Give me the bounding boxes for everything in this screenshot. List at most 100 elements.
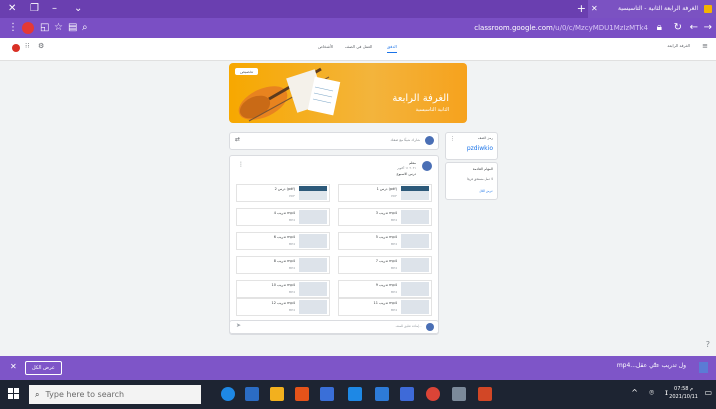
forward-icon[interactable]: ← (690, 21, 698, 35)
attachment-card[interactable]: درس 1 (pdf) PDF (338, 184, 432, 202)
browser-tab[interactable]: ✕ الغرفة الرابعة الثانية - التاسيسية (588, 0, 716, 18)
menu-icon[interactable]: ⋮ (8, 21, 18, 35)
send-icon[interactable]: ➤ (236, 322, 241, 329)
reading-list-icon[interactable]: ▤ (68, 21, 77, 35)
taskbar-clock[interactable]: 07:58 م 2021/10/11 (669, 385, 698, 401)
task-view-icon[interactable] (245, 387, 259, 401)
attachment-thumbnail (401, 258, 429, 272)
window-minimize-icon[interactable]: – (52, 3, 57, 15)
upcoming-card: المهام القادمة لا عمل مستحق قريبًا عرض ا… (445, 162, 498, 200)
tray-chevron-icon[interactable]: ^ (631, 388, 638, 397)
attachment-thumbnail (299, 234, 327, 248)
profile-avatar[interactable] (22, 22, 34, 34)
class-title-small: الغرفة الرابعة (667, 43, 690, 48)
classroom-favicon-icon (704, 5, 712, 13)
attachment-card[interactable]: تدريب 11 mp4 MP4 (338, 298, 432, 316)
settings-icon[interactable]: ⚙ (38, 42, 44, 50)
search-icon[interactable]: ⌕ (82, 21, 88, 35)
windows-start-icon[interactable] (8, 388, 20, 400)
attachment-title: تدريب 4 mp4 (273, 211, 295, 215)
attachment-type: MP4 (288, 218, 295, 222)
attachment-card[interactable]: تدريب 6 mp4 MP4 (236, 232, 330, 250)
attachment-type: MP4 (288, 242, 295, 246)
tab-classwork[interactable]: العمل في الصف (345, 44, 372, 49)
author-avatar (422, 161, 432, 171)
notification-icon[interactable]: ▭ (704, 388, 712, 397)
app-icon-3[interactable] (452, 387, 466, 401)
new-tab-button[interactable]: + (577, 0, 586, 18)
account-avatar[interactable] (12, 44, 20, 52)
attachment-type: PDF (289, 194, 295, 198)
show-all-downloads-button[interactable]: عرض الكل (25, 361, 62, 375)
attachment-card[interactable]: تدريب 8 mp4 MP4 (236, 256, 330, 274)
attachment-type: MP4 (288, 290, 295, 294)
attachment-card[interactable]: تدريب 4 mp4 MP4 (236, 208, 330, 226)
attachment-card[interactable]: تدريب 10 mp4 MP4 (236, 280, 330, 298)
tab-people[interactable]: الأشخاص (318, 44, 333, 49)
app-icon-2[interactable] (348, 387, 362, 401)
url-field[interactable]: classroom.google.com/u/0/c/MzcyMDU1MzIzM… (348, 22, 648, 34)
attachment-card[interactable]: تدريب 3 mp4 MP4 (338, 208, 432, 226)
window-restore-icon[interactable]: ❐ (30, 3, 39, 15)
file-explorer-icon[interactable] (270, 387, 284, 401)
attachment-title: تدريب 8 mp4 (273, 259, 295, 263)
attachment-title: تدريب 6 mp4 (273, 235, 295, 239)
back-icon[interactable]: → (704, 21, 712, 35)
app-icon-1[interactable] (320, 387, 334, 401)
apps-icon[interactable]: ⁝⁝ (25, 42, 29, 50)
download-bar-close-icon[interactable]: ✕ (10, 362, 17, 371)
attachment-thumbnail (299, 258, 327, 272)
upcoming-title: المهام القادمة (472, 167, 493, 171)
attachment-card[interactable]: تدريب 9 mp4 MP4 (338, 280, 432, 298)
announce-box[interactable]: شارك شيئًا مع صفك ⇄ (229, 132, 439, 150)
network-icon[interactable]: ⌾ (649, 388, 654, 398)
attachment-thumbnail (401, 234, 429, 248)
attachment-card[interactable]: درس 2 (pdf) PDF (236, 184, 330, 202)
mail-icon[interactable] (400, 387, 414, 401)
attachment-title: تدريب 3 mp4 (375, 211, 397, 215)
class-comment-box[interactable]: إضافة تعليق للصف... ➤ (229, 320, 439, 334)
attachment-type: MP4 (288, 266, 295, 270)
stream-post: معلم ٢٠٢١ ١١ أكتوبر درس الاسبوع ⋮ درس 1 … (229, 155, 439, 335)
star-icon[interactable]: ☆ (54, 21, 63, 35)
classroom-header: ⁝⁝ ⚙ الأشخاص العمل في الصف الدفق الغرفة … (0, 38, 716, 61)
chrome-icon[interactable] (426, 387, 440, 401)
volume-icon[interactable]: ɪ (665, 388, 668, 397)
customize-button[interactable]: تخصيص (235, 68, 259, 75)
url-host: classroom.google.com (474, 24, 553, 32)
powerpoint-icon[interactable] (478, 387, 492, 401)
attachment-type: MP4 (390, 242, 397, 246)
attachment-card[interactable]: تدريب 7 mp4 MP4 (338, 256, 432, 274)
attachment-thumbnail (299, 282, 327, 296)
window-close-icon[interactable]: ✕ (8, 3, 16, 15)
tab-list-icon[interactable]: ⌄ (74, 3, 82, 15)
taskbar-search-box[interactable]: ⌕ Type here to search (29, 385, 201, 404)
attachment-thumbnail (299, 186, 327, 200)
upcoming-view-all-link[interactable]: عرض الكل (479, 189, 493, 193)
post-menu-icon[interactable]: ⋮ (238, 161, 244, 168)
refresh-icon[interactable]: ↻ (674, 21, 682, 35)
repost-icon[interactable]: ⇄ (235, 136, 240, 143)
class-code-value[interactable]: pzdiwkio (467, 145, 493, 152)
attachment-card[interactable]: تدريب 12 mp4 MP4 (236, 298, 330, 316)
attachment-title: تدريب 12 mp4 (271, 301, 295, 305)
clock-time: 07:58 م (674, 386, 694, 392)
hamburger-icon[interactable]: ≡ (702, 42, 708, 50)
class-code-title: رمز الصف (477, 136, 493, 140)
help-icon[interactable]: ? (706, 340, 710, 349)
lock-icon[interactable]: 🔒︎ (657, 21, 662, 35)
download-item-name[interactable]: mp4...ول تدريب علي عقل (617, 362, 686, 369)
extensions-icon[interactable]: ◱ (40, 21, 49, 35)
office-icon[interactable] (295, 387, 309, 401)
more-icon[interactable]: ⋮ (450, 136, 455, 142)
edge-icon[interactable] (221, 387, 235, 401)
attachment-thumbnail (299, 300, 327, 314)
search-icon: ⌕ (35, 390, 40, 399)
store-icon[interactable] (375, 387, 389, 401)
attachment-type: MP4 (390, 308, 397, 312)
tab-stream[interactable]: الدفق (387, 44, 397, 53)
attachment-title: تدريب 9 mp4 (375, 283, 397, 287)
attachment-card[interactable]: تدريب 5 mp4 MP4 (338, 232, 432, 250)
attachment-type: MP4 (288, 308, 295, 312)
tab-close-icon[interactable]: ✕ (591, 0, 598, 18)
